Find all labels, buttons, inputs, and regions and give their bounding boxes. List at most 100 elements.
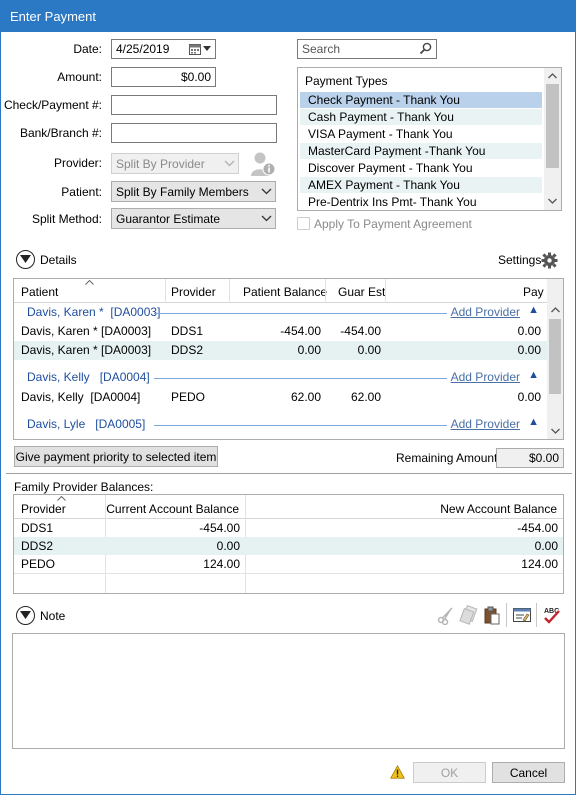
group-name: Davis, Kelly [DA0004]: [27, 370, 153, 384]
note-template-icon[interactable]: [512, 605, 532, 625]
scroll-down-icon[interactable]: [551, 428, 560, 434]
chevron-down-icon: [261, 188, 272, 195]
spell-check-icon[interactable]: ABC: [542, 605, 562, 625]
cell-pay[interactable]: 0.00: [518, 390, 541, 404]
cell-provider: PEDO: [171, 390, 206, 404]
payment-type-item[interactable]: Check Payment - Thank You: [300, 92, 542, 108]
add-provider-link[interactable]: Add Provider: [451, 305, 520, 319]
details-grid-header: Patient Provider Patient Balance Guar Es…: [14, 279, 547, 303]
payment-type-item[interactable]: MasterCard Payment -Thank You: [300, 143, 542, 159]
divider: [325, 279, 326, 303]
toolbar-divider: [536, 603, 537, 627]
provider-select[interactable]: Split By Provider: [111, 153, 239, 174]
patient-label: Patient:: [61, 185, 102, 199]
search-icon[interactable]: [419, 42, 432, 55]
add-provider-link[interactable]: Add Provider: [451, 417, 520, 431]
provider-value: Split By Provider: [116, 157, 205, 171]
group-patient-id: [DA0005]: [95, 417, 146, 431]
table-row[interactable]: PEDO 124.00 124.00: [14, 555, 563, 573]
scroll-down-icon[interactable]: [548, 198, 557, 204]
group-line: [154, 425, 447, 426]
col-provider[interactable]: Provider: [171, 285, 216, 299]
cell-patient: Davis, Karen * [DA0003]: [21, 324, 151, 338]
chevron-down-icon: [20, 611, 31, 619]
cell-balance: 0.00: [297, 343, 321, 357]
details-grid: Patient Provider Patient Balance Guar Es…: [13, 278, 564, 440]
payment-types-scrollbar[interactable]: [544, 68, 561, 210]
cell-pay[interactable]: 0.00: [518, 343, 541, 357]
add-provider-link[interactable]: Add Provider: [451, 370, 520, 384]
cell-new-balance: -454.00: [517, 521, 558, 535]
amount-field[interactable]: $0.00: [111, 67, 216, 87]
cancel-button[interactable]: Cancel: [492, 762, 565, 783]
check-payment-field[interactable]: [111, 95, 277, 115]
details-collapse-button[interactable]: [16, 250, 35, 269]
col-new-balance[interactable]: New Account Balance: [440, 502, 557, 516]
calendar-icon[interactable]: [189, 43, 201, 55]
collapse-caret-icon[interactable]: ▲: [528, 304, 539, 316]
apply-agreement-label: Apply To Payment Agreement: [314, 217, 472, 231]
bank-branch-field[interactable]: [111, 123, 277, 143]
search-input[interactable]: Search: [297, 39, 437, 59]
payment-types-header: Payment Types: [305, 74, 388, 88]
payment-type-item[interactable]: Discover Payment - Thank You: [300, 160, 542, 176]
payment-type-item[interactable]: AMEX Payment - Thank You: [300, 177, 542, 193]
col-patient-balance[interactable]: Patient Balance: [243, 285, 327, 299]
group-header-lyle[interactable]: Davis, Lyle [DA0005] Add Provider ▲: [14, 415, 547, 434]
split-method-value: Guarantor Estimate: [116, 212, 221, 226]
cell-provider: DDS1: [171, 324, 204, 338]
col-guar-est[interactable]: Guar Est: [338, 285, 385, 299]
toolbar-divider: [506, 603, 507, 627]
split-method-label: Split Method:: [31, 212, 102, 226]
family-grid-header: Provider Current Account Balance New Acc…: [14, 495, 563, 519]
table-row[interactable]: Davis, Karen * [DA0003] DDS2 0.00 0.00 0…: [14, 341, 547, 360]
note-textarea[interactable]: [12, 633, 565, 749]
col-pay[interactable]: Pay: [523, 285, 544, 299]
scroll-up-icon[interactable]: [548, 73, 557, 79]
group-patient-name: Davis, Kelly: [27, 370, 90, 384]
split-method-select[interactable]: Guarantor Estimate: [111, 208, 276, 229]
payment-type-item[interactable]: Cash Payment - Thank You: [300, 109, 542, 125]
payment-type-item[interactable]: Pre-Dentrix Ins Pmt- Thank You: [300, 194, 542, 210]
patient-select[interactable]: Split By Family Members: [111, 181, 276, 202]
search-placeholder: Search: [302, 42, 341, 56]
copy-icon[interactable]: [459, 605, 479, 625]
date-label: Date:: [73, 42, 102, 56]
table-row[interactable]: DDS1 -454.00 -454.00: [14, 519, 563, 537]
note-collapse-button[interactable]: [16, 606, 35, 625]
details-scrollbar[interactable]: [547, 279, 563, 439]
collapse-caret-icon[interactable]: ▲: [528, 416, 539, 428]
group-header-kelly[interactable]: Davis, Kelly [DA0004] Add Provider ▲: [14, 368, 547, 387]
scrollbar-thumb[interactable]: [549, 319, 561, 394]
cell-current-balance: 0.00: [216, 539, 240, 553]
ok-button[interactable]: OK: [413, 762, 486, 783]
give-priority-button[interactable]: Give payment priority to selected item: [14, 446, 218, 467]
scissors-icon[interactable]: [436, 605, 456, 625]
col-patient[interactable]: Patient: [21, 285, 58, 299]
collapse-caret-icon[interactable]: ▲: [528, 369, 539, 381]
scrollbar-thumb[interactable]: [546, 84, 559, 168]
cell-patient-name: Davis, Kelly: [21, 390, 84, 404]
table-row[interactable]: Davis, Kelly [DA0004] PEDO 62.00 62.00 0…: [14, 388, 547, 407]
table-row[interactable]: Davis, Karen * [DA0003] DDS1 -454.00 -45…: [14, 322, 547, 341]
table-row[interactable]: DDS2 0.00 0.00: [14, 537, 563, 555]
paste-icon[interactable]: [482, 605, 502, 625]
cell-provider: DDS1: [21, 521, 54, 535]
apply-agreement-checkbox[interactable]: [297, 217, 310, 230]
provider-info-icon[interactable]: [249, 150, 277, 178]
cell-pay[interactable]: 0.00: [518, 324, 541, 338]
payment-type-item[interactable]: VISA Payment - Thank You: [300, 126, 542, 142]
cell-provider: PEDO: [21, 557, 56, 571]
date-field[interactable]: 4/25/2019: [111, 39, 216, 59]
col-current-balance[interactable]: Current Account Balance: [106, 502, 239, 516]
divider: [385, 279, 386, 303]
group-line: [154, 313, 447, 314]
settings-label[interactable]: Settings: [498, 253, 541, 267]
scroll-up-icon[interactable]: [551, 307, 560, 313]
col-provider[interactable]: Provider: [21, 502, 66, 516]
group-header-karen[interactable]: Davis, Karen * [DA0003] Add Provider ▲: [14, 303, 547, 322]
cell-patient-name: Davis, Karen *: [21, 324, 98, 338]
gear-icon[interactable]: [541, 252, 558, 269]
cell-provider: DDS2: [21, 539, 54, 553]
chevron-down-icon[interactable]: [203, 46, 211, 51]
